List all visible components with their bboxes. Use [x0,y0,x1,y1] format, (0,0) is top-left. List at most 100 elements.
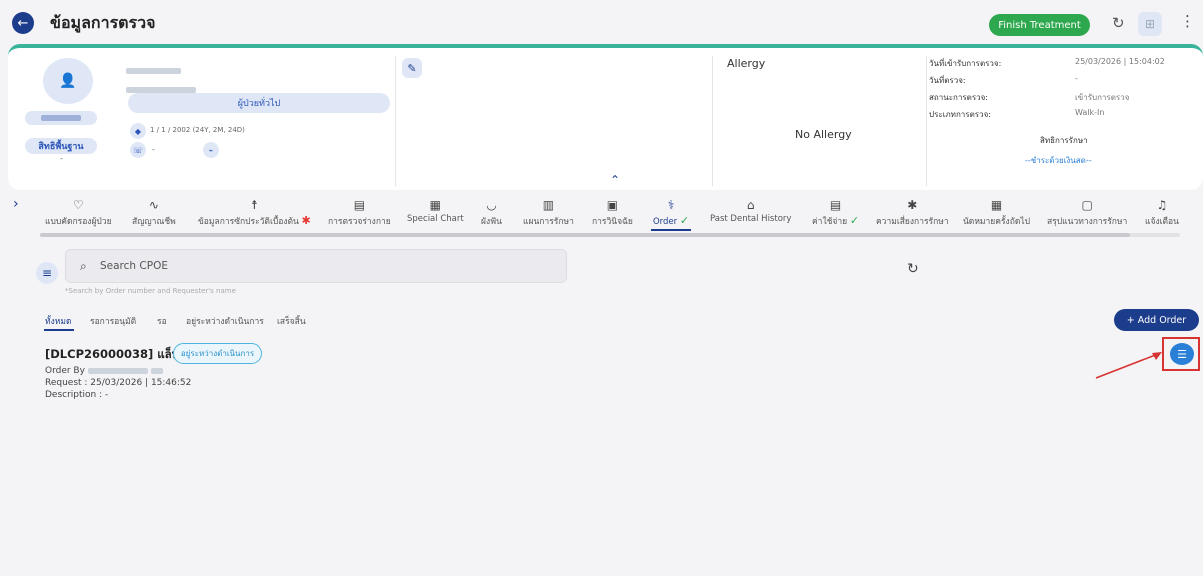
page-title: ข้อมูลการตรวจ [50,13,156,32]
tab-label: แจ้งเตือน [1145,217,1179,227]
calendar-icon: ▦ [990,198,1003,212]
search-icon: ⌕ [80,259,87,273]
status-tab-all[interactable]: ทั้งหมด [45,314,71,328]
expense-icon: ▤ [829,198,842,212]
exam-type-row: ประเภทการตรวจ: Walk-In [929,108,1179,121]
rights-title: สิทธิการรักษา [1040,136,1088,145]
info-value: 25/03/2026 | 15:04:02 [1075,57,1165,66]
bell-icon: ♫ [1156,198,1168,212]
tab-label: ค่าใช้จ่าย ✓ [812,214,860,227]
tab-physical-exam[interactable]: ▤ การตรวจร่างกาย [328,198,391,228]
tab-label: Past Dental History [710,214,792,224]
rights-value: --ชำระด้วยเงินสด-- [1025,156,1092,165]
tab-label: แบบคัดกรองผู้ป่วย [45,217,112,227]
tab-next-appointment[interactable]: ▦ นัดหมายครั้งถัดไป [963,198,1030,228]
order-by: Order By [45,366,163,376]
status-tab-waiting[interactable]: รอ [157,314,167,328]
scroll-thumb[interactable] [40,233,1130,237]
patient-group-badge: ผู้ป่วยทั่วไป [128,93,390,113]
tab-label: ผังฟัน [481,217,502,227]
finish-treatment-button[interactable]: Finish Treatment [989,14,1090,36]
visit-date-row: วันที่เข้ารับการตรวจ: 25/03/2026 | 15:04… [929,57,1179,70]
order-stethoscope-icon: ⚕ [667,198,675,212]
status-tab-pending-approval[interactable]: รอการอนุมัติ [90,314,136,328]
tab-special-chart[interactable]: ▦ Special Chart [407,198,464,224]
tab-order[interactable]: ⚕ Order ✓ [651,198,691,231]
info-value: เข้ารับการตรวจ [1075,93,1130,102]
avatar-icon: 👤 [43,58,93,104]
divider [926,56,927,186]
status-tab-in-progress[interactable]: อยู่ระหว่างดำเนินการ [186,314,264,328]
exam-date-row: วันที่ตรวจ: - [929,74,1179,87]
chart-icon: ▦ [429,198,442,212]
search-input[interactable] [100,258,540,274]
search-hint: *Search by Order number and Requester's … [65,287,236,295]
tab-bar: ♡ แบบคัดกรองผู้ป่วย ∿ สัญญาณชีพ ☨ ข้อมูลการ… [40,198,1203,238]
refresh-list-icon[interactable]: ↻ [907,261,919,277]
tab-label: การตรวจร่างกาย [328,217,391,227]
tab-treatment-summary[interactable]: ▢ สรุปแนวทางการรักษา [1047,198,1127,228]
patient-card: 👤 ผู้ป่วยทั่วไป สิทธิพื้นฐาน - ◆ 1 / 1 /… [8,44,1203,190]
rights-sub: - [60,154,63,163]
refresh-icon[interactable]: ↻ [1112,14,1125,32]
tooth-icon: ◡ [486,198,497,212]
cake-icon: ◆ [130,123,146,139]
info-label: วันที่ตรวจ: [929,76,966,85]
tab-past-dental-history[interactable]: ⌂ Past Dental History [710,198,791,224]
tab-scrollbar[interactable] [40,233,1180,237]
kebab-icon[interactable]: ⋮ [1180,12,1195,30]
order-status-badge: อยู่ระหว่างดำเนินการ [173,343,262,364]
top-bar: ← ข้อมูลการตรวจ Finish Treatment ↻ ⊞ ⋮ [0,0,1203,44]
status-tab-indicator [44,329,74,331]
asterisk-icon: ✱ [907,198,918,212]
chevron-right-icon[interactable]: › [13,196,19,212]
date-of-birth: 1 / 1 / 2002 (24Y, 2M, 24D) [150,126,245,134]
tab-tooth-chart[interactable]: ◡ ผังฟัน [481,198,502,228]
status-tab-completed[interactable]: เสร็จสิ้น [277,314,306,328]
tab-notifications[interactable]: ♫ แจ้งเตือน [1145,198,1179,228]
tab-vitals[interactable]: ∿ สัญญาณชีพ [132,198,176,228]
tab-treatment-plan[interactable]: ▥ แผนการรักษา [523,198,574,228]
tab-screening[interactable]: ♡ แบบคัดกรองผู้ป่วย [45,198,112,228]
divider [395,56,396,186]
person-icon: ☨ [251,198,258,212]
allergy-label: Allergy [727,57,766,70]
expand-icon[interactable]: ⊞ [1138,12,1162,36]
search-box: ⌕ [65,249,567,283]
back-arrow-icon[interactable]: ← [12,12,34,34]
rights-button[interactable]: สิทธิพื้นฐาน [25,138,97,154]
phone-value: - [152,145,155,154]
info-value: - [1075,74,1078,83]
tab-label: สัญญาณชีพ [132,217,176,227]
divider [712,56,713,186]
check-icon: ✓ [679,214,690,227]
tab-label: สรุปแนวทางการรักษา [1047,217,1128,227]
info-label: วันที่เข้ารับการตรวจ: [929,59,1002,68]
tab-diagnosis[interactable]: ▣ การวินิจฉัย [592,198,633,228]
tab-expenses[interactable]: ▤ ค่าใช้จ่าย ✓ [812,198,859,228]
stethoscope-icon: ♡ [72,198,84,212]
summary-icon: ▢ [1081,198,1093,212]
order-by-label: Order By [45,366,85,376]
exam-status-row: สถานะการตรวจ: เข้ารับการตรวจ [929,91,1179,104]
note-icon[interactable]: ✎ [402,58,422,78]
link-icon[interactable]: ⌁ [203,142,219,158]
exam-icon: ▤ [353,198,366,212]
tab-label: Order ✓ [652,214,690,227]
tab-label: ความเสี่ยงการรักษา [876,217,949,227]
phone-icon: ☏ [130,142,146,158]
tab-history[interactable]: ☨ ข้อมูลการซักประวัติเบื้องต้น ✱ [198,198,311,228]
check-icon: ✓ [849,214,860,227]
order-description: Description : - [45,390,109,400]
info-label: สถานะการตรวจ: [929,93,988,102]
patient-hn-badge [25,111,97,125]
filter-icon[interactable]: ≡ [36,262,58,284]
add-order-button[interactable]: + Add Order [1114,309,1199,331]
info-value: Walk-In [1075,108,1105,117]
collapse-icon[interactable]: ⌃ [610,173,620,187]
tab-label: นัดหมายครั้งถัดไป [963,217,1031,227]
order-request: Request : 25/03/2026 | 15:46:52 [45,378,192,388]
required-star-icon: ✱ [301,214,311,227]
vitals-icon: ∿ [148,198,159,212]
tab-treatment-risk[interactable]: ✱ ความเสี่ยงการรักษา [876,198,949,228]
